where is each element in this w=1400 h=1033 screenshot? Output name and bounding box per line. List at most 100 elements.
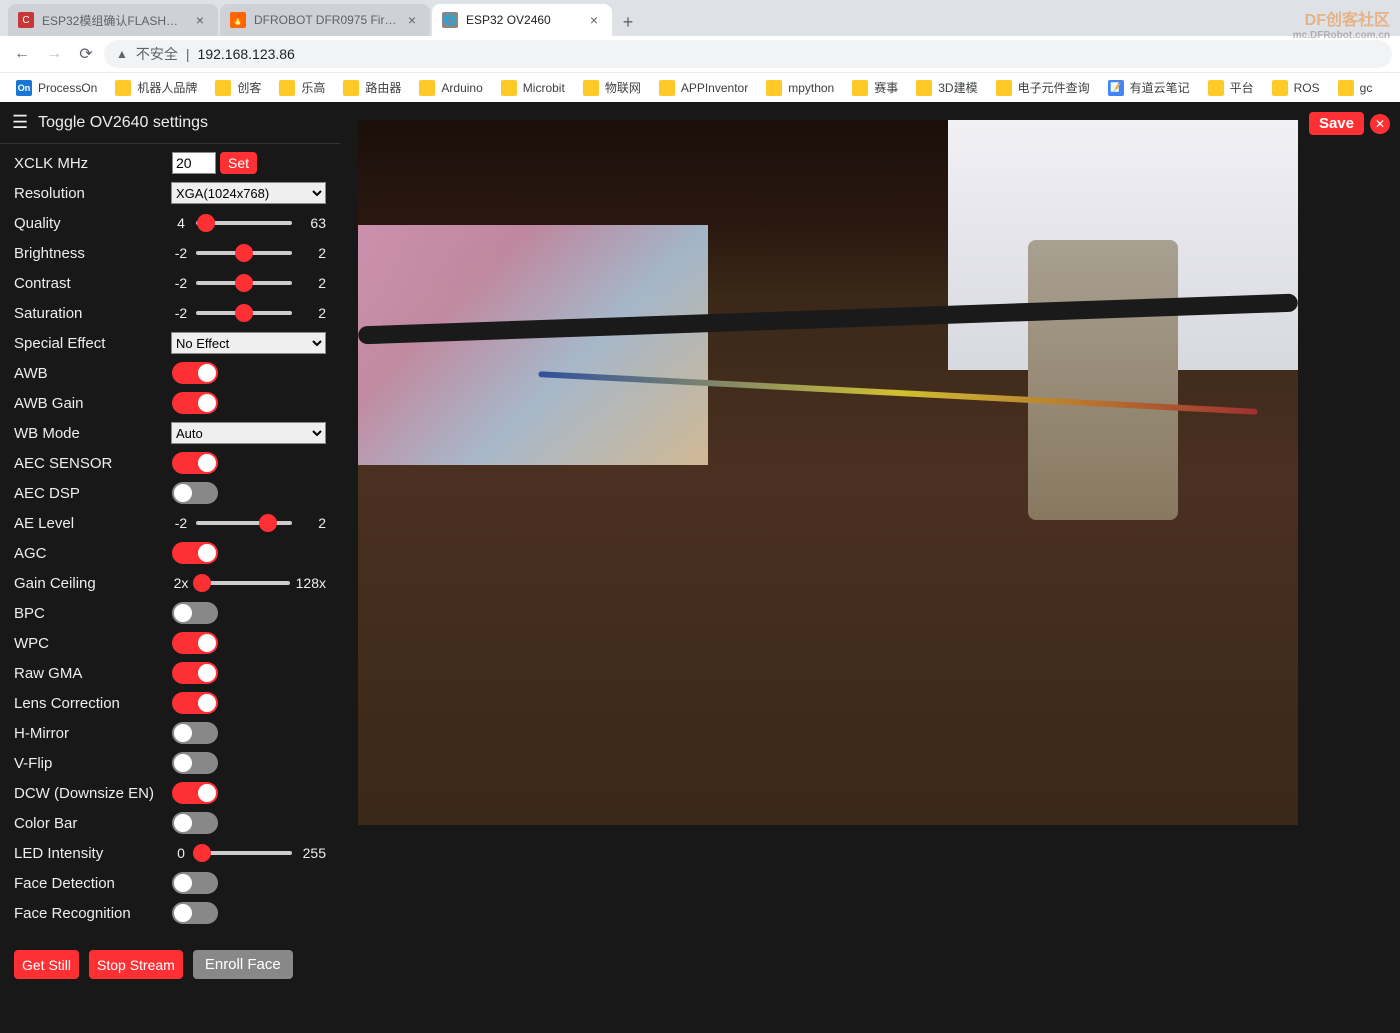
v-flip-toggle[interactable] [172,752,218,774]
bookmark-item[interactable]: 赛事 [844,76,906,100]
close-icon[interactable]: ✕ [1370,114,1390,134]
insecure-label: 不安全 [136,44,178,64]
contrast-slider[interactable] [196,281,292,285]
wpc-toggle[interactable] [172,632,218,654]
back-button[interactable]: ← [8,40,36,68]
bookmark-item[interactable]: 电子元件查询 [988,76,1098,100]
folder-icon [916,80,932,96]
bookmark-label: mpython [788,81,834,95]
bookmark-item[interactable]: gc [1330,76,1381,100]
bookmark-item[interactable]: 📝有道云笔记 [1100,76,1198,100]
bookmark-item[interactable]: mpython [758,76,842,100]
folder-icon [996,80,1012,96]
watermark: DF创客社区 mc.DFRobot.com.cn [1293,6,1390,41]
sidebar-header[interactable]: ☰ Toggle OV2640 settings [0,102,340,144]
slider-min: 0 [172,845,190,861]
slider-max: 2 [298,515,326,531]
tab-close-icon[interactable]: × [404,12,420,28]
slider-min: 2x [172,575,190,591]
control-row-h-mirror: H-Mirror [14,718,326,748]
h-mirror-toggle[interactable] [172,722,218,744]
bookmark-item[interactable]: 机器人品牌 [107,76,205,100]
agc-toggle[interactable] [172,542,218,564]
bookmark-item[interactable]: 3D建模 [908,76,985,100]
control-label: V-Flip [14,755,172,772]
bookmark-item[interactable]: 物联网 [575,76,649,100]
bookmark-item[interactable]: 路由器 [335,76,409,100]
bookmark-label: ROS [1294,81,1320,95]
bookmark-label: 平台 [1230,79,1254,96]
control-row-color-bar: Color Bar [14,808,326,838]
bookmark-label: 物联网 [605,79,641,96]
face-detection-toggle[interactable] [172,872,218,894]
insecure-icon: ▲ [116,47,128,61]
control-label: Gain Ceiling [14,575,172,592]
bookmark-item[interactable]: Microbit [493,76,573,100]
bookmark-item[interactable]: ROS [1264,76,1328,100]
control-row-gain-ceiling: Gain Ceiling2x 128x [14,568,326,598]
brightness-slider[interactable] [196,251,292,255]
resolution-select[interactable]: XGA(1024x768) [171,182,326,204]
reload-button[interactable]: ⟳ [72,40,100,68]
slider-min: -2 [172,305,190,321]
awb-gain-toggle[interactable] [172,392,218,414]
control-row-lens-correction: Lens Correction [14,688,326,718]
quality-slider[interactable] [196,221,292,225]
bookmark-item[interactable]: 创客 [207,76,269,100]
new-tab-button[interactable]: + [614,8,642,36]
slider-max: 2 [298,245,326,261]
address-bar[interactable]: ▲ 不安全 | 192.168.123.86 [104,40,1392,68]
bookmark-item[interactable]: APPInventor [651,76,756,100]
aec-sensor-toggle[interactable] [172,452,218,474]
bookmark-item[interactable]: Arduino [411,76,490,100]
slider-max: 63 [298,215,326,231]
folder-icon [279,80,295,96]
led-intensity-slider[interactable] [196,851,292,855]
tab-bar: DF创客社区 mc.DFRobot.com.cn C ESP32模组确认FLAS… [0,0,1400,36]
wb-mode-select[interactable]: Auto [171,422,326,444]
save-button[interactable]: Save [1309,112,1364,135]
color-bar-toggle[interactable] [172,812,218,834]
browser-tab[interactable]: C ESP32模组确认FLASH容量的size × [8,4,218,36]
slider-max: 255 [298,845,326,861]
lens-correction-toggle[interactable] [172,692,218,714]
ae-level-slider[interactable] [196,521,292,525]
control-label: Raw GMA [14,665,172,682]
browser-tab[interactable]: 🔥 DFROBOT DFR0975 FireBeetle × [220,4,430,36]
slider-max: 2 [298,305,326,321]
control-label: Contrast [14,275,172,292]
get-still-button[interactable]: Get Still [14,950,79,979]
browser-tab[interactable]: 🌐 ESP32 OV2460 × [432,4,612,36]
control-label: Special Effect [14,335,171,352]
stop-stream-button[interactable]: Stop Stream [89,950,183,979]
xclk-input[interactable] [172,152,216,174]
bpc-toggle[interactable] [172,602,218,624]
tab-close-icon[interactable]: × [192,12,208,28]
control-row-ae-level: AE Level-2 2 [14,508,326,538]
folder-icon [419,80,435,96]
bookmark-item[interactable]: OnProcessOn [8,76,105,100]
xclk-set-button[interactable]: Set [220,152,257,174]
control-row-brightness: Brightness-2 2 [14,238,326,268]
saturation-slider[interactable] [196,311,292,315]
control-label: AGC [14,545,172,562]
dcw-toggle[interactable] [172,782,218,804]
bookmark-item[interactable]: 平台 [1200,76,1262,100]
special-effect-select[interactable]: No Effect [171,332,326,354]
bookmark-item[interactable]: 乐高 [271,76,333,100]
enroll-face-button[interactable]: Enroll Face [193,950,293,979]
bookmark-icon: 📝 [1108,80,1124,96]
stream-area: Save ✕ [340,102,1400,1033]
raw-gma-toggle[interactable] [172,662,218,684]
awb-toggle[interactable] [172,362,218,384]
gain-ceiling-slider[interactable] [196,581,290,585]
control-row-raw-gma: Raw GMA [14,658,326,688]
folder-icon [659,80,675,96]
forward-button[interactable]: → [40,40,68,68]
bookmarks-bar: OnProcessOn机器人品牌创客乐高路由器ArduinoMicrobit 物联… [0,72,1400,102]
bookmark-icon: On [16,80,32,96]
folder-icon [1338,80,1354,96]
aec-dsp-toggle[interactable] [172,482,218,504]
face-recognition-toggle[interactable] [172,902,218,924]
tab-close-icon[interactable]: × [586,12,602,28]
